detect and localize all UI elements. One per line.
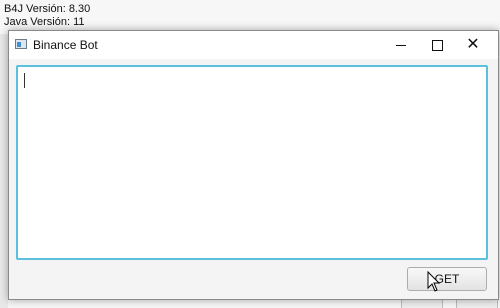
console-edge [0,34,8,308]
output-textarea[interactable] [16,65,488,260]
text-caret [24,73,25,88]
console-bottom-button [401,299,443,308]
window-title: Binance Bot [33,38,98,52]
get-button[interactable]: GET [407,267,487,291]
minimize-icon [396,44,406,46]
console-bottom-button [456,299,498,308]
minimize-button[interactable] [383,31,419,59]
maximize-button[interactable] [419,31,455,59]
close-button[interactable]: ✕ [455,31,491,59]
app-icon [15,39,27,49]
mouse-cursor-icon [427,271,441,292]
close-icon: ✕ [466,36,480,53]
binance-bot-window: Binance Bot ✕ GET [8,30,499,300]
console-line-b4j-version: B4J Versión: 8.30 [4,3,91,15]
maximize-icon [431,39,443,51]
console-line-java-version: Java Versión: 11 [4,16,85,28]
title-bar[interactable]: Binance Bot ✕ [9,31,498,59]
